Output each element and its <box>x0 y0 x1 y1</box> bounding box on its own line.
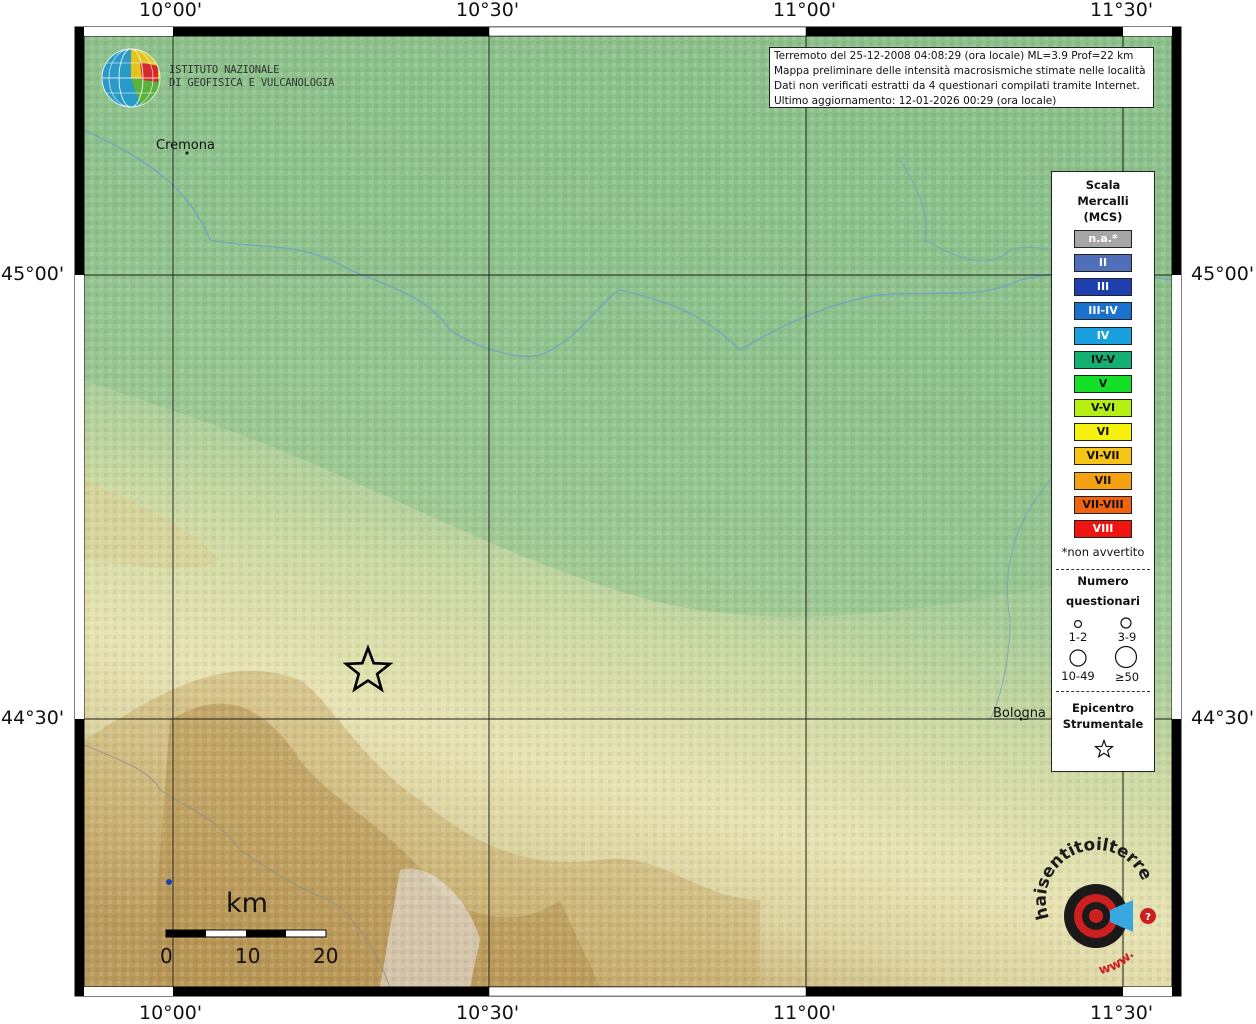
legend-count-title-1: Numero <box>1077 574 1129 588</box>
scale-unit-label: km <box>226 888 268 919</box>
legend-separator-1 <box>1056 569 1150 570</box>
legend-swatch-ii: II <box>1074 254 1132 273</box>
lat-tick-right-2: 44°30' <box>1191 707 1255 729</box>
lon-tick-bottom-2: 10°30' <box>456 1002 520 1024</box>
lon-tick-top-3: 11°00' <box>773 0 837 21</box>
count-circle-1-2-icon <box>1073 619 1083 629</box>
count-label-4: ≥50 <box>1114 670 1140 684</box>
legend-title-line-1: Scala <box>1085 178 1121 192</box>
legend-swatch-iv-v: IV-V <box>1074 350 1132 369</box>
legend-not-felt-note: *non avvertito <box>1061 545 1145 559</box>
legend-swatch-vii-viii: VII-VIII <box>1074 495 1132 514</box>
lat-tick-left-2: 44°30' <box>1 707 65 729</box>
legend-swatch-iii-iv: III-IV <box>1074 302 1132 321</box>
legend-title: Scala Mercalli (MCS) <box>1052 177 1154 225</box>
legend-swatch-iv: IV <box>1074 326 1132 345</box>
lon-tick-bottom-4: 11°30' <box>1090 1002 1154 1024</box>
city-label-cremona: Cremona <box>156 138 215 153</box>
legend-swatch-viii: VIII <box>1074 519 1132 538</box>
city-label-bologna: Bologna <box>993 706 1046 721</box>
count-circle-10-49-icon <box>1069 649 1087 667</box>
lat-tick-right-1: 45°00' <box>1191 263 1255 285</box>
legend-swatch-vii: VII <box>1074 471 1132 490</box>
ingv-line-2: DI GEOFISICA E VULCANOLOGIA <box>169 77 335 89</box>
legend-star-icon <box>1094 739 1114 759</box>
count-label-1: 1-2 <box>1068 630 1088 644</box>
lon-tick-bottom-1: 10°00' <box>139 1002 203 1024</box>
event-info-line-1: Terremoto del 25-12-2008 04:08:29 (ora l… <box>774 50 1134 62</box>
legend-swatch-iii: III <box>1074 278 1132 297</box>
legend-swatch-v-vi: V-VI <box>1074 399 1132 418</box>
scale-tick-10: 10 <box>235 944 261 968</box>
legend-swatch-n-a-: n.a.* <box>1074 230 1132 248</box>
legend-swatch-v: V <box>1074 374 1132 393</box>
scale-tick-20: 20 <box>313 944 339 968</box>
count-circle-3-9-icon <box>1120 617 1132 629</box>
event-info-line-2: Mappa preliminare delle intensità macros… <box>774 65 1146 77</box>
lon-tick-top-4: 11°30' <box>1090 0 1154 21</box>
legend-epi-title-1: Epicentro <box>1072 701 1134 715</box>
svg-text:www.: www. <box>1097 947 1137 978</box>
legend-title-line-2: Mercalli <box>1077 194 1129 208</box>
lon-tick-bottom-3: 11°00' <box>773 1002 837 1024</box>
count-circle-50-icon <box>1114 645 1138 669</box>
ingv-logo-text: ISTITUTO NAZIONALE DI GEOFISICA E VULCAN… <box>169 64 334 90</box>
ingv-line-1: ISTITUTO NAZIONALE <box>169 64 280 76</box>
scale-tick-0: 0 <box>160 944 173 968</box>
lon-tick-top-2: 10°30' <box>456 0 520 21</box>
event-info-line-3: Dati non verificati estratti da 4 questi… <box>774 80 1140 92</box>
count-label-3: 10-49 <box>1061 669 1095 683</box>
legend-swatch-vi-vii: VI-VII <box>1074 447 1132 466</box>
legend-count-title-2: questionari <box>1066 594 1140 608</box>
legend-epi-title-2: Strumentale <box>1062 717 1144 731</box>
event-info-line-4: Ultimo aggiornamento: 12-01-2026 00:29 (… <box>774 95 1057 107</box>
event-info-box: Terremoto del 25-12-2008 04:08:29 (ora l… <box>769 47 1154 108</box>
lat-tick-left-1: 45°00' <box>1 263 65 285</box>
legend-title-line-3: (MCS) <box>1083 210 1123 224</box>
legend-separator-2 <box>1056 691 1150 692</box>
legend-swatch-vi: VI <box>1074 423 1132 442</box>
brand-www: www. <box>1097 947 1137 978</box>
lon-tick-top-1: 10°00' <box>139 0 203 21</box>
count-label-2: 3-9 <box>1117 630 1137 644</box>
intensity-legend: Scala Mercalli (MCS) n.a.* II III III-IV IV I… <box>1051 171 1155 772</box>
